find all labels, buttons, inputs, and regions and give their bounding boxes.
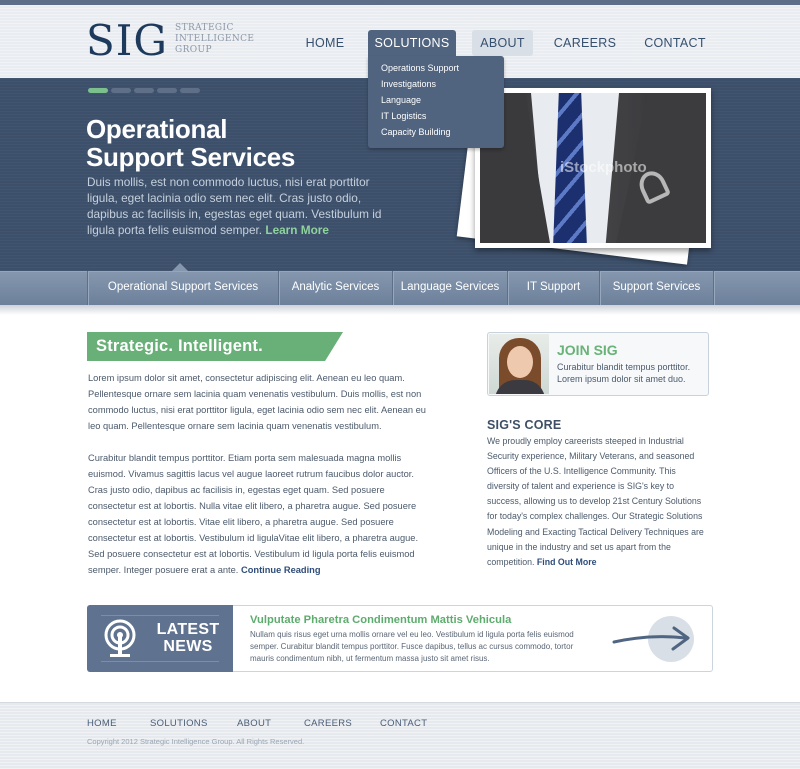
news-headline[interactable]: Vulputate Pharetra Condimentum Mattis Ve… bbox=[250, 614, 511, 626]
footer-link-solutions[interactable]: SOLUTIONS bbox=[150, 718, 208, 729]
dropdown-item-it-logistics[interactable]: IT Logistics bbox=[368, 108, 504, 124]
broadcast-icon bbox=[104, 619, 136, 657]
news-summary: Nullam quis risus eget urna mollis ornar… bbox=[250, 630, 574, 663]
dropdown-item-investigations[interactable]: Investigations bbox=[368, 76, 504, 92]
site-footer bbox=[0, 702, 800, 769]
logo-wordmark: STRATEGIC INTELLIGENCE GROUP bbox=[175, 23, 255, 55]
service-analytic[interactable]: Analytic Services bbox=[279, 271, 392, 305]
service-support[interactable]: Support Services bbox=[600, 271, 713, 305]
nav-contact[interactable]: CONTACT bbox=[640, 30, 710, 56]
find-out-more-link[interactable]: Find Out More bbox=[537, 557, 597, 567]
slider-dot[interactable] bbox=[88, 88, 108, 93]
avatar bbox=[489, 334, 549, 394]
solutions-dropdown: Operations Support Investigations Langua… bbox=[368, 56, 504, 148]
intro-paragraph: Lorem ipsum dolor sit amet, consectetur … bbox=[88, 373, 426, 431]
footer-link-careers[interactable]: CAREERS bbox=[304, 718, 352, 729]
core-title: SIG'S CORE bbox=[487, 418, 562, 432]
footer-link-contact[interactable]: CONTACT bbox=[380, 718, 427, 729]
hero-photo: iStockphoto bbox=[475, 88, 711, 248]
service-pointer bbox=[172, 263, 188, 271]
logo-mark: SIG bbox=[86, 16, 168, 65]
nav-about[interactable]: ABOUT bbox=[472, 30, 533, 56]
service-operational-support[interactable]: Operational Support Services bbox=[88, 271, 278, 305]
join-title[interactable]: JOIN SIG bbox=[557, 342, 618, 358]
intro-paragraph-2: Curabitur blandit tempus porttitor. Etia… bbox=[88, 453, 419, 575]
nav-solutions[interactable]: SOLUTIONS bbox=[368, 30, 456, 56]
core-text: We proudly employ careerists steeped in … bbox=[487, 436, 704, 567]
continue-reading-link[interactable]: Continue Reading bbox=[241, 565, 321, 575]
copyright: Copyright 2012 Strategic Intelligence Gr… bbox=[87, 737, 305, 746]
dropdown-item-operations-support[interactable]: Operations Support bbox=[368, 60, 504, 76]
join-text: Curabitur blandit tempus porttitor. Lore… bbox=[557, 362, 691, 384]
service-it-support[interactable]: IT Support bbox=[508, 271, 599, 305]
section-heading: Strategic. Intelligent. bbox=[96, 337, 263, 355]
nav-careers[interactable]: CAREERS bbox=[550, 30, 620, 56]
dropdown-item-capacity-building[interactable]: Capacity Building bbox=[368, 124, 504, 140]
dropdown-item-language[interactable]: Language bbox=[368, 92, 504, 108]
nav-home[interactable]: HOME bbox=[296, 30, 354, 56]
stock-watermark: iStockphoto bbox=[560, 159, 647, 176]
footer-link-about[interactable]: ABOUT bbox=[237, 718, 271, 729]
hero-title: Operational Support Services bbox=[86, 114, 296, 172]
arrow-right-icon[interactable] bbox=[610, 618, 694, 662]
slider-dot[interactable] bbox=[180, 88, 200, 93]
news-label: LATEST NEWS bbox=[156, 621, 220, 655]
service-language[interactable]: Language Services bbox=[393, 271, 507, 305]
footer-link-home[interactable]: HOME bbox=[87, 718, 117, 729]
slider-dot[interactable] bbox=[111, 88, 131, 93]
learn-more-link[interactable]: Learn More bbox=[265, 223, 329, 237]
hero-description: Duis mollis, est non commodo luctus, nis… bbox=[87, 175, 382, 237]
slider-dot[interactable] bbox=[157, 88, 177, 93]
slider-dot[interactable] bbox=[134, 88, 154, 93]
